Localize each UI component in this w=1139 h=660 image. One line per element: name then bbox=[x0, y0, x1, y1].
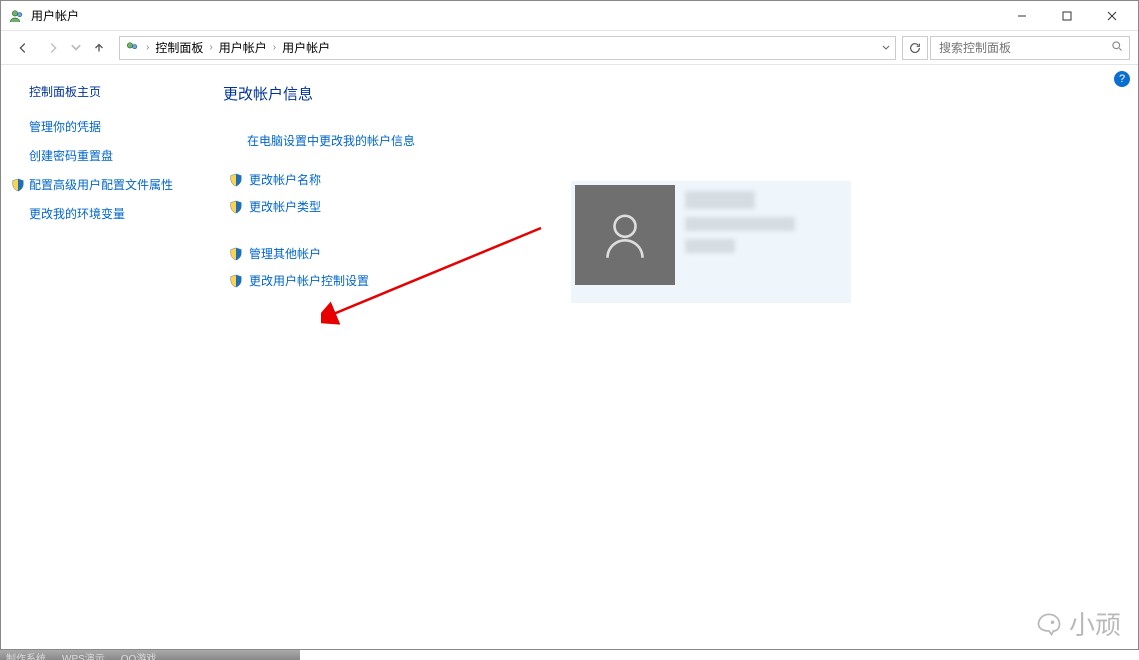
sidebar-profile-props-link[interactable]: 配置高级用户配置文件属性 bbox=[11, 176, 201, 193]
desktop-taskbar-sliver: 制作系统 WPS演示 QQ游戏 bbox=[0, 650, 300, 660]
desktop-item: WPS演示 bbox=[62, 650, 105, 660]
content-area: ? 控制面板主页 管理你的凭据 创建密码重置盘 配置高级用户配置文件属性 更改我… bbox=[1, 65, 1138, 649]
sidebar-env-vars-link[interactable]: 更改我的环境变量 bbox=[29, 205, 201, 222]
address-bar[interactable]: › 控制面板 › 用户帐户 › 用户帐户 bbox=[119, 36, 896, 60]
link-label: 在电脑设置中更改我的帐户信息 bbox=[247, 132, 415, 149]
link-label: 更改帐户类型 bbox=[249, 198, 321, 215]
sidebar-item-label: 配置高级用户配置文件属性 bbox=[29, 176, 173, 193]
users-path-icon bbox=[124, 40, 140, 56]
desktop-item: 制作系统 bbox=[6, 650, 46, 660]
main-panel: 更改帐户信息 在电脑设置中更改我的帐户信息 更改帐户名称 更改帐户类型 管理其他 bbox=[211, 65, 1138, 649]
sidebar-item-label: 创建密码重置盘 bbox=[29, 147, 113, 164]
user-card bbox=[571, 181, 851, 303]
up-button[interactable] bbox=[85, 36, 113, 60]
desktop-item: QQ游戏 bbox=[121, 650, 157, 660]
chevron-right-icon: › bbox=[146, 42, 149, 53]
sidebar-home-link[interactable]: 控制面板主页 bbox=[29, 83, 201, 100]
breadcrumb-mid[interactable]: 用户帐户 bbox=[219, 39, 267, 56]
sidebar-credentials-link[interactable]: 管理你的凭据 bbox=[29, 118, 201, 135]
sidebar-item-label: 管理你的凭据 bbox=[29, 118, 101, 135]
refresh-button[interactable] bbox=[902, 36, 928, 60]
users-app-icon bbox=[9, 8, 25, 24]
link-label: 更改用户帐户控制设置 bbox=[249, 272, 369, 289]
breadcrumb-leaf[interactable]: 用户帐户 bbox=[282, 39, 330, 56]
page-heading: 更改帐户信息 bbox=[223, 83, 1128, 104]
address-dropdown[interactable] bbox=[881, 43, 891, 53]
sidebar-reset-disk-link[interactable]: 创建密码重置盘 bbox=[29, 147, 201, 164]
sidebar-item-label: 更改我的环境变量 bbox=[29, 205, 125, 222]
user-accounts-window: 用户帐户 › 控制面板 › bbox=[0, 0, 1139, 650]
shield-icon bbox=[229, 173, 243, 187]
navigation-bar: › 控制面板 › 用户帐户 › 用户帐户 bbox=[1, 31, 1138, 65]
back-button[interactable] bbox=[9, 36, 37, 60]
breadcrumb-root[interactable]: 控制面板 bbox=[155, 39, 203, 56]
sidebar: 控制面板主页 管理你的凭据 创建密码重置盘 配置高级用户配置文件属性 更改我的环… bbox=[1, 65, 211, 649]
search-box[interactable] bbox=[930, 36, 1130, 60]
shield-icon bbox=[11, 178, 25, 192]
close-button[interactable] bbox=[1089, 2, 1134, 30]
titlebar: 用户帐户 bbox=[1, 1, 1138, 31]
link-label: 管理其他帐户 bbox=[249, 245, 321, 262]
window-title: 用户帐户 bbox=[31, 7, 79, 24]
shield-icon bbox=[229, 247, 243, 261]
user-avatar bbox=[575, 185, 675, 285]
minimize-button[interactable] bbox=[999, 2, 1044, 30]
recent-dropdown-button[interactable] bbox=[69, 36, 83, 60]
chevron-right-icon: › bbox=[273, 42, 276, 53]
user-info-blurred bbox=[679, 181, 851, 271]
search-icon[interactable] bbox=[1111, 40, 1123, 55]
link-label: 更改帐户名称 bbox=[249, 171, 321, 188]
chevron-right-icon: › bbox=[209, 42, 212, 53]
forward-button[interactable] bbox=[39, 36, 67, 60]
pc-settings-link[interactable]: 在电脑设置中更改我的帐户信息 bbox=[247, 132, 1128, 149]
search-input[interactable] bbox=[937, 40, 1105, 56]
shield-icon bbox=[229, 200, 243, 214]
maximize-button[interactable] bbox=[1044, 2, 1089, 30]
window-buttons bbox=[999, 2, 1134, 30]
shield-icon bbox=[229, 274, 243, 288]
